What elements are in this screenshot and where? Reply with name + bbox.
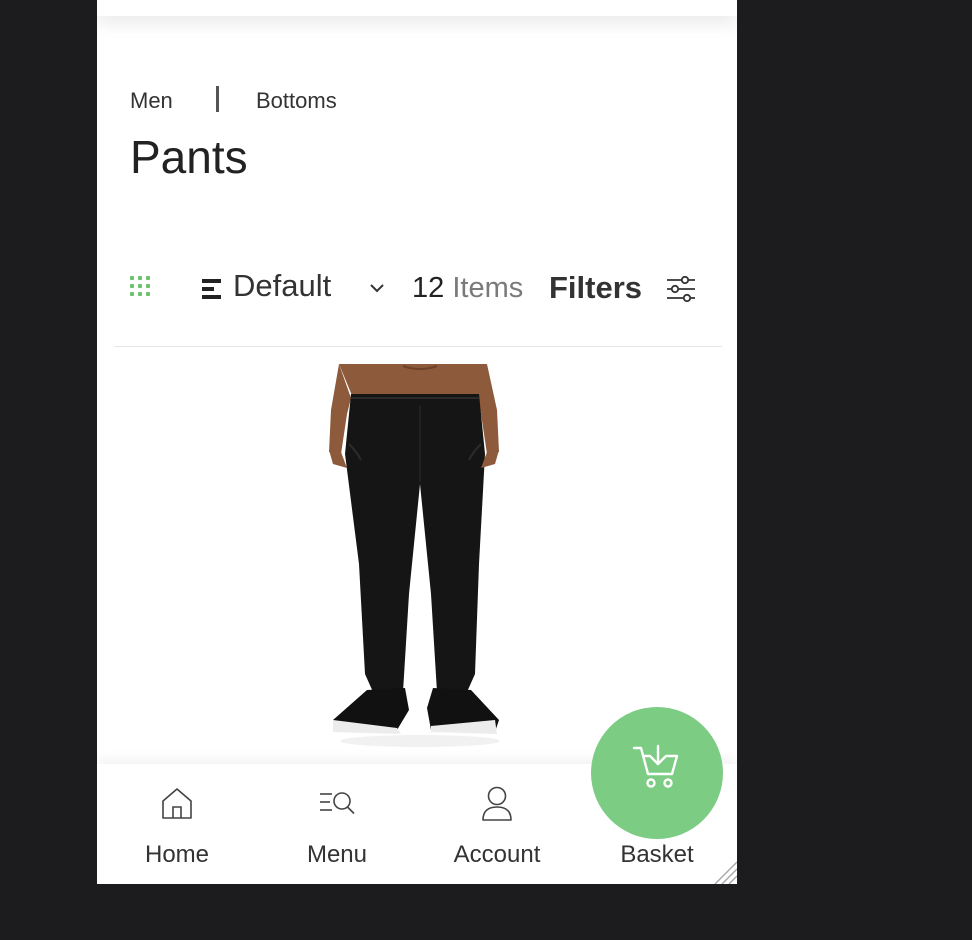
page-title: Pants [130, 131, 248, 183]
header-bar [97, 0, 737, 16]
nav-home-label: Home [144, 841, 210, 868]
nav-menu-label: Menu [306, 841, 368, 868]
sliders-icon[interactable] [665, 274, 697, 304]
breadcrumb-men-link[interactable]: Men [130, 88, 173, 114]
item-count: 12 Items [412, 272, 523, 305]
toolbar-divider [114, 346, 722, 347]
listing-toolbar: Default 12 Items Filters [97, 262, 737, 316]
search-menu-icon [320, 792, 355, 815]
item-count-number: 12 [412, 272, 445, 304]
nav-home[interactable]: Home [97, 764, 257, 884]
app-screen: Men Bottoms Pants Default 12 Items Filte… [97, 0, 737, 884]
chevron-down-icon[interactable] [367, 278, 387, 298]
breadcrumb-separator [216, 86, 219, 112]
user-icon [482, 786, 512, 821]
item-count-label: Items [452, 272, 524, 304]
resize-handle[interactable] [709, 856, 737, 884]
nav-menu[interactable]: Menu [257, 764, 417, 884]
cart-icon [632, 744, 679, 788]
grid-icon[interactable] [130, 276, 154, 300]
breadcrumb-bottoms-link[interactable]: Bottoms [256, 88, 337, 114]
nav-account-label: Account [453, 841, 541, 868]
sort-dropdown[interactable]: Default [233, 268, 331, 304]
home-icon [162, 788, 192, 819]
nav-account[interactable]: Account [417, 764, 577, 884]
sort-icon [202, 279, 224, 299]
basket-button[interactable] [591, 707, 723, 839]
filters-button[interactable]: Filters [549, 270, 642, 306]
product-image[interactable] [327, 364, 513, 748]
